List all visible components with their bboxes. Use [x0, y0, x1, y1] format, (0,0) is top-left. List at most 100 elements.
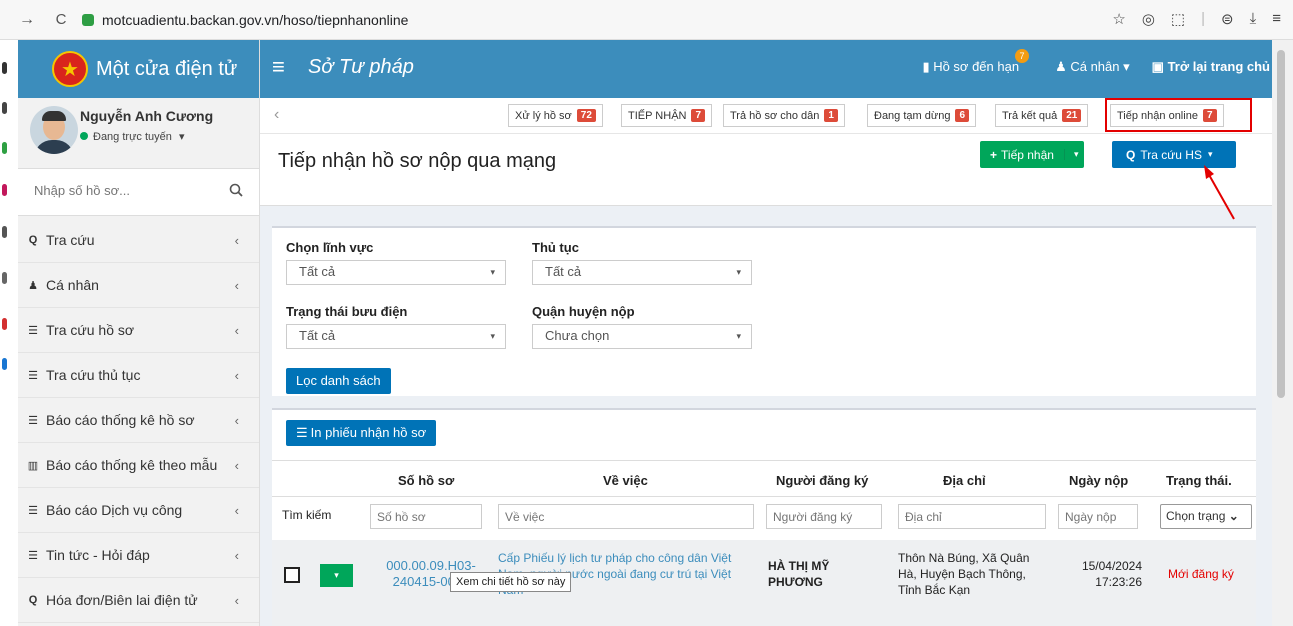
scrollbar-thumb[interactable] — [1277, 50, 1285, 398]
profile-icon[interactable]: ⊜ — [1221, 10, 1234, 28]
chevron-left-icon: ‹ — [234, 232, 239, 248]
sidebar-item-bao-cao-thong-ke[interactable]: ☰ Báo cáo thống kê hồ sơ ‹ — [18, 398, 259, 443]
sidebar-item-bao-cao-dich-vu-cong[interactable]: ☰ Báo cáo Dịch vụ công ‹ — [18, 488, 259, 533]
app-logo-bar[interactable]: ★ Một cửa điện tử — [18, 40, 259, 98]
chevron-left-icon: ‹ — [234, 547, 239, 563]
reload-button[interactable]: C — [48, 11, 74, 28]
procedure-label: Thủ tục — [532, 240, 579, 255]
sidebar-item-tin-tuc[interactable]: ☰ Tin tức - Hỏi đáp ‹ — [18, 533, 259, 578]
shield-icon[interactable]: ◎ — [1142, 10, 1155, 28]
registrant-filter-input[interactable] — [766, 504, 882, 529]
strip-marker-icon — [2, 184, 7, 196]
chevron-down-icon: ▾ — [490, 267, 495, 277]
hamburger-icon[interactable]: ≡ — [272, 54, 285, 80]
personal-menu[interactable]: ♟ Cá nhân ▾ — [1055, 59, 1130, 75]
strip-marker-icon — [2, 318, 7, 330]
page-title: Tiếp nhận hồ sơ nộp qua mạng — [278, 150, 557, 172]
status-filter-select[interactable]: Chọn trạng ⌄ — [1160, 504, 1252, 529]
address-bar[interactable]: motcuadientu.backan.gov.vn/hoso/tiepnhan… — [82, 12, 408, 28]
number-filter-input[interactable] — [370, 504, 482, 529]
registrant-address: Thôn Nà Búng, Xã Quân Hà, Huyện Bạch Thôn… — [898, 551, 1030, 597]
column-header-subject[interactable]: Về việc — [603, 473, 648, 488]
chevron-down-icon: ▾ — [736, 331, 741, 341]
subject-filter-input[interactable] — [498, 504, 754, 529]
search-row-label: Tìm kiếm — [282, 508, 332, 522]
extensions-icon[interactable]: ⬚ — [1171, 10, 1185, 28]
status-badge: Mới đăng ký — [1168, 567, 1234, 581]
filter-list-button[interactable]: Lọc danh sách — [286, 368, 391, 394]
column-header-status[interactable]: Trạng thái. — [1166, 473, 1232, 488]
sidebar-item-ca-nhan[interactable]: ♟ Cá nhân ‹ — [18, 263, 259, 308]
bookmark-star-icon[interactable]: ☆ — [1112, 10, 1125, 28]
list-icon: ☰ — [28, 549, 38, 562]
list-icon: ☰ — [28, 414, 38, 427]
annotation-highlight-box — [1105, 98, 1252, 132]
address-filter-input[interactable] — [898, 504, 1046, 529]
column-header-number[interactable]: Số hồ sơ — [398, 473, 454, 488]
row-checkbox[interactable] — [284, 567, 300, 583]
due-records-link[interactable]: ▮ Hồ sơ đến hạn 7 — [922, 49, 1030, 75]
chevron-down-icon[interactable]: ▾ — [179, 131, 185, 143]
forward-button[interactable]: → — [14, 11, 40, 29]
table-row[interactable]: ▾ 000.00.09.H03- 240415-0015 Cấp Phiếu lý… — [272, 540, 1256, 626]
main-content: ‹ Xử lý hồ sơ 72 TIẾP NHẬN 7 Trả hồ sơ cho… — [260, 98, 1272, 626]
tab-xu-ly-ho-so[interactable]: Xử lý hồ sơ 72 — [508, 104, 603, 127]
field-label: Chọn lĩnh vực — [286, 240, 374, 255]
file-icon: ▮ — [922, 59, 934, 74]
tab-scroll-left-icon[interactable]: ‹ — [274, 106, 279, 124]
bar-chart-icon: ▥ — [27, 459, 39, 472]
strip-marker-icon — [2, 102, 7, 114]
background-window-strip — [0, 40, 18, 626]
search-icon: Q — [28, 234, 38, 246]
chevron-down-icon: ▾ — [490, 331, 495, 341]
count-badge: 6 — [955, 109, 970, 122]
sidebar-item-tra-cuu[interactable]: Q Tra cứu ‹ — [18, 218, 259, 263]
national-emblem-icon: ★ — [52, 51, 88, 87]
chevron-left-icon: ‹ — [234, 457, 239, 473]
date-filter-input[interactable] — [1058, 504, 1138, 529]
count-badge: 7 — [691, 109, 706, 122]
tab-tra-ho-so-cho-dan[interactable]: Trả hồ sơ cho dân 1 — [723, 104, 845, 127]
chevron-down-icon[interactable]: ▾ — [1063, 149, 1078, 160]
record-search-box — [18, 168, 259, 216]
chevron-left-icon: ‹ — [234, 412, 239, 428]
row-actions-button[interactable]: ▾ — [320, 564, 353, 587]
user-status[interactable]: Đang trực tuyến ▾ — [80, 130, 185, 143]
chevron-down-icon: ⌄ — [1228, 509, 1239, 523]
row-tooltip: Xem chi tiết hồ sơ này — [450, 572, 572, 592]
submission-date: 15/04/2024 17:23:26 — [1081, 559, 1142, 589]
strip-marker-icon — [2, 226, 7, 238]
chevron-down-icon: ▾ — [736, 267, 741, 277]
post-status-select[interactable]: Tất cả ▾ — [286, 324, 506, 349]
back-home-link[interactable]: ▣ Trở lại trang chủ — [1152, 59, 1270, 75]
plus-icon: + — [990, 147, 998, 162]
search-icon[interactable] — [229, 183, 243, 197]
count-badge: 21 — [1062, 109, 1082, 122]
column-header-address[interactable]: Địa chỉ — [943, 473, 986, 488]
column-header-registrant[interactable]: Người đăng ký — [776, 473, 868, 488]
record-number-input[interactable] — [34, 183, 224, 198]
tab-tiep-nhan[interactable]: TIẾP NHẬN 7 — [621, 104, 713, 127]
list-icon: ☰ — [28, 504, 38, 517]
print-receipt-button[interactable]: ☰ In phiếu nhận hồ sơ — [286, 420, 437, 446]
browser-actions: ☆ ◎ ⬚ | ⊜ ⤓ ≡ — [1112, 10, 1281, 28]
column-header-date[interactable]: Ngày nộp — [1069, 473, 1128, 488]
sidebar-item-bao-cao-theo-mau[interactable]: ▥ Báo cáo thống kê theo mẫu ‹ — [18, 443, 259, 488]
menu-icon[interactable]: ≡ — [1272, 10, 1281, 28]
url-text[interactable]: motcuadientu.backan.gov.vn/hoso/tiepnhan… — [102, 12, 408, 28]
sidebar-item-tra-cuu-thu-tuc[interactable]: ☰ Tra cứu thủ tục ‹ — [18, 353, 259, 398]
tab-tra-ket-qua[interactable]: Trả kết quả 21 — [995, 104, 1089, 127]
sidebar-item-hoa-don[interactable]: Q Hóa đơn/Biên lai điện tử ‹ — [18, 578, 259, 623]
department-title: Sở Tư pháp — [308, 56, 414, 78]
download-icon[interactable]: ⤓ — [1250, 10, 1257, 28]
field-select[interactable]: Tất cả ▾ — [286, 260, 506, 285]
tab-dang-tam-dung[interactable]: Đang tạm dừng 6 — [867, 104, 977, 127]
page-scrollbar[interactable] — [1272, 40, 1293, 626]
count-badge: 1 — [824, 109, 838, 122]
receive-button[interactable]: + Tiếp nhận ▾ — [980, 141, 1085, 168]
user-icon: ♟ — [28, 279, 38, 292]
page-header: Tiếp nhận hồ sơ nộp qua mạng + Tiếp nhận ▾… — [260, 134, 1272, 206]
district-select[interactable]: Chưa chọn ▾ — [532, 324, 752, 349]
procedure-select[interactable]: Tất cả ▾ — [532, 260, 752, 285]
sidebar-item-tra-cuu-ho-so[interactable]: ☰ Tra cứu hồ sơ ‹ — [18, 308, 259, 353]
